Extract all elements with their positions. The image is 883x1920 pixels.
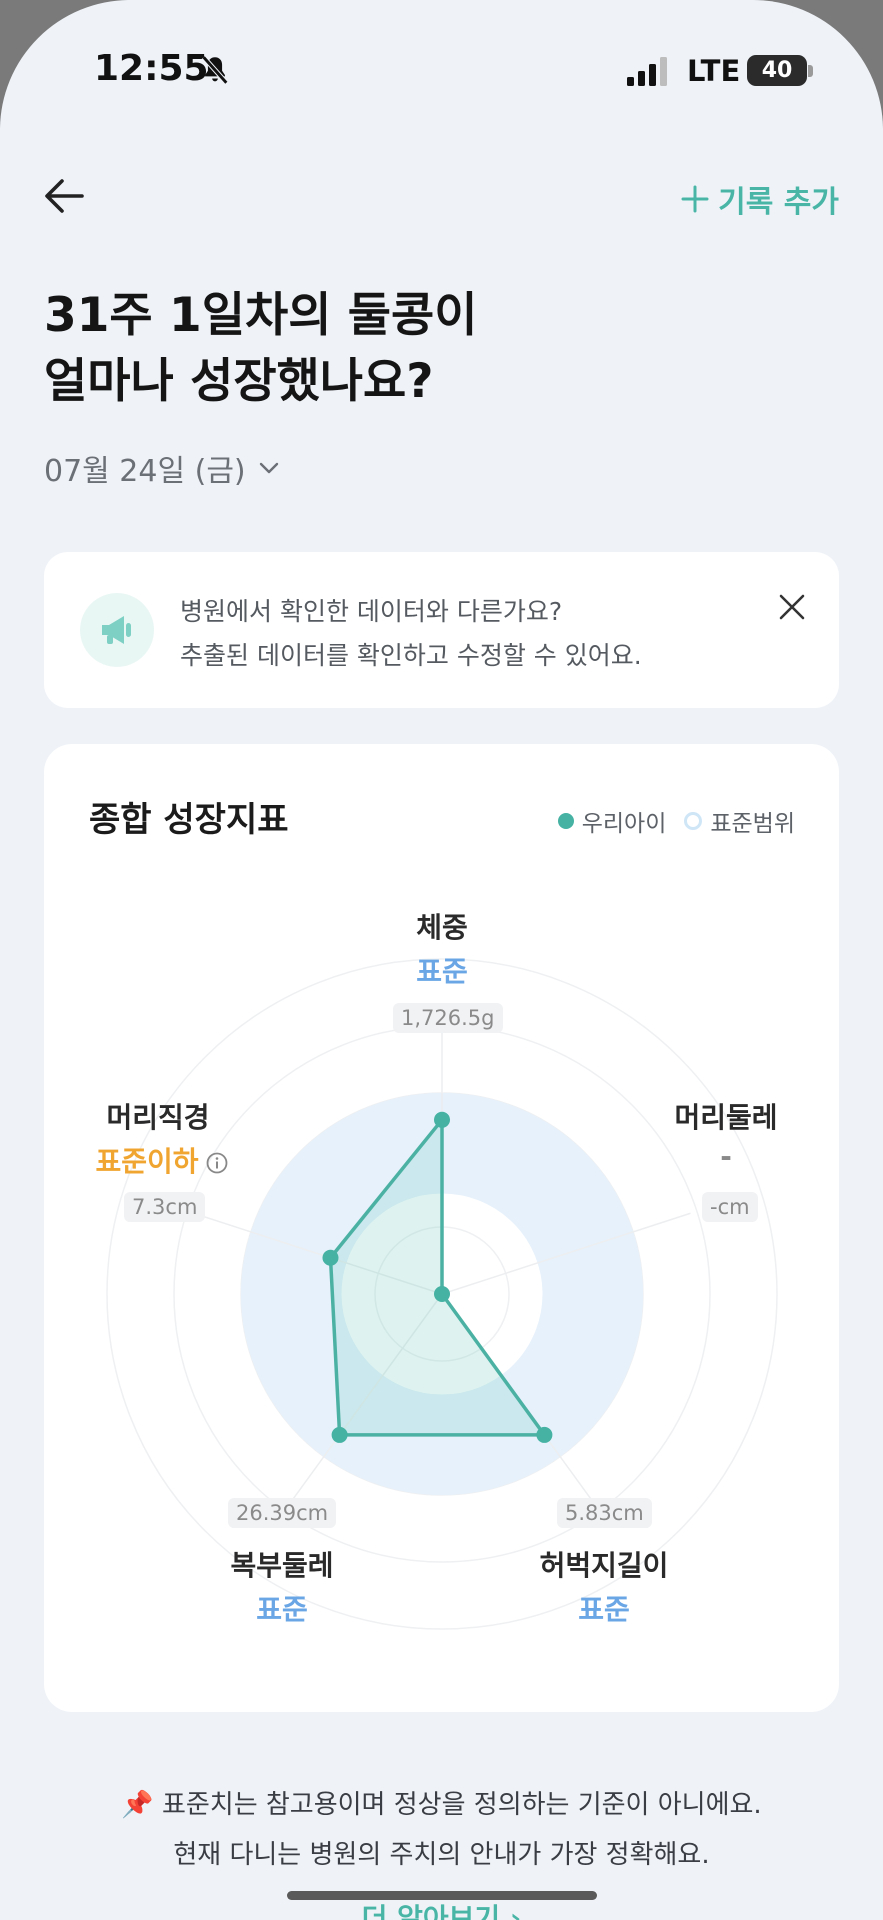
value-chip-weight: 1,726.5g — [393, 1003, 503, 1033]
value-chip-femur-length: 5.83cm — [557, 1498, 652, 1528]
axis-status-head-diameter[interactable]: 표준이하 — [62, 1140, 262, 1180]
axis-status-abdominal-circumference: 표준 — [256, 1593, 308, 1626]
add-record-button[interactable]: 기록 추가 — [680, 177, 839, 221]
axis-label-femur-length: 허벅지길이 — [539, 1549, 669, 1582]
axis-status-head-diameter-text: 표준이하 — [95, 1145, 199, 1178]
home-indicator[interactable] — [287, 1891, 597, 1900]
axis-label-head-circumference: 머리둘레 — [674, 1101, 778, 1134]
axis-status-head-circumference: - — [720, 1140, 732, 1173]
footer-disclaimer-line-1: 📌 표준치는 참고용이며 정상을 정의하는 기준이 아니에요. — [0, 1784, 883, 1821]
axis-status-femur-length: 표준 — [578, 1593, 630, 1626]
add-record-label: 기록 추가 — [718, 185, 839, 220]
signal-icon — [627, 57, 667, 86]
axis-label-weight: 체중 — [416, 911, 468, 944]
child-data-point — [322, 1249, 339, 1266]
app-screen: 12:55 LTE 40 기록 추가 31주 1일차의 둘콩이 얼마나 성장했나… — [0, 0, 883, 1920]
child-data-point — [536, 1426, 553, 1443]
child-data-point — [434, 1111, 450, 1128]
learn-more-link[interactable]: 더 알아보기 › — [0, 1897, 883, 1920]
legend-label-standard: 표준범위 — [710, 811, 795, 837]
notice-text-line-1: 병원에서 확인한 데이터와 다른가요? — [180, 597, 563, 626]
legend-label-child: 우리아이 — [581, 811, 667, 837]
chart-title: 종합 성장지표 — [89, 800, 289, 840]
battery-level: 40 — [761, 58, 793, 83]
chart-legend: 우리아이 표준범위 — [557, 804, 795, 838]
value-chip-head-circumference: -cm — [702, 1192, 758, 1222]
info-icon[interactable] — [205, 1151, 229, 1175]
radar-chart — [106, 958, 778, 1630]
notice-card: 병원에서 확인한 데이터와 다른가요? 추출된 데이터를 확인하고 수정할 수 … — [44, 552, 839, 708]
megaphone-icon — [102, 616, 131, 644]
notice-icon-wrap — [80, 593, 154, 667]
child-data-point — [434, 1286, 450, 1302]
axis-label-head-diameter: 머리직경 — [106, 1101, 210, 1134]
axis-status-weight: 표준 — [416, 955, 468, 988]
footer-disclaimer-line-2: 현재 다니는 병원의 주치의 안내가 가장 정확해요. — [173, 1840, 710, 1870]
status-time: 12:55 — [94, 48, 209, 89]
chevron-down-icon — [259, 462, 278, 474]
notice-text-line-2: 추출된 데이터를 확인하고 수정할 수 있어요. — [180, 641, 642, 670]
footer-disclaimer-text-1: 표준치는 참고용이며 정상을 정의하는 기준이 아니에요. — [161, 1790, 762, 1820]
battery-cap — [808, 65, 813, 77]
title-line-2: 얼마나 성장했나요? — [44, 354, 434, 409]
learn-more-label: 더 알아보기 — [361, 1902, 501, 1920]
close-icon[interactable] — [775, 590, 809, 624]
title-line-1: 31주 1일차의 둘콩이 — [44, 288, 478, 343]
bell-slash-icon — [201, 55, 229, 85]
network-type: LTE — [687, 54, 741, 88]
date-value: 07월 24일 (금) — [44, 454, 246, 489]
legend-dot-child — [557, 813, 574, 829]
value-chip-head-diameter: 7.3cm — [124, 1192, 206, 1222]
growth-chart-card: 종합 성장지표 우리아이 표준범위 체중 표준 1,726.5g 머리둘레 - … — [44, 744, 839, 1712]
axis-label-abdominal-circumference: 복부둘레 — [230, 1549, 334, 1582]
page-title: 31주 1일차의 둘콩이 얼마나 성장했나요? — [44, 283, 478, 415]
child-data-point — [331, 1426, 348, 1443]
date-selector[interactable]: 07월 24일 (금) — [44, 446, 280, 490]
value-chip-abdominal-circumference: 26.39cm — [228, 1498, 337, 1528]
arrow-left-icon[interactable] — [40, 172, 88, 220]
pushpin-icon: 📌 — [121, 1790, 154, 1820]
plus-icon — [681, 185, 709, 213]
legend-dot-standard — [684, 812, 703, 830]
